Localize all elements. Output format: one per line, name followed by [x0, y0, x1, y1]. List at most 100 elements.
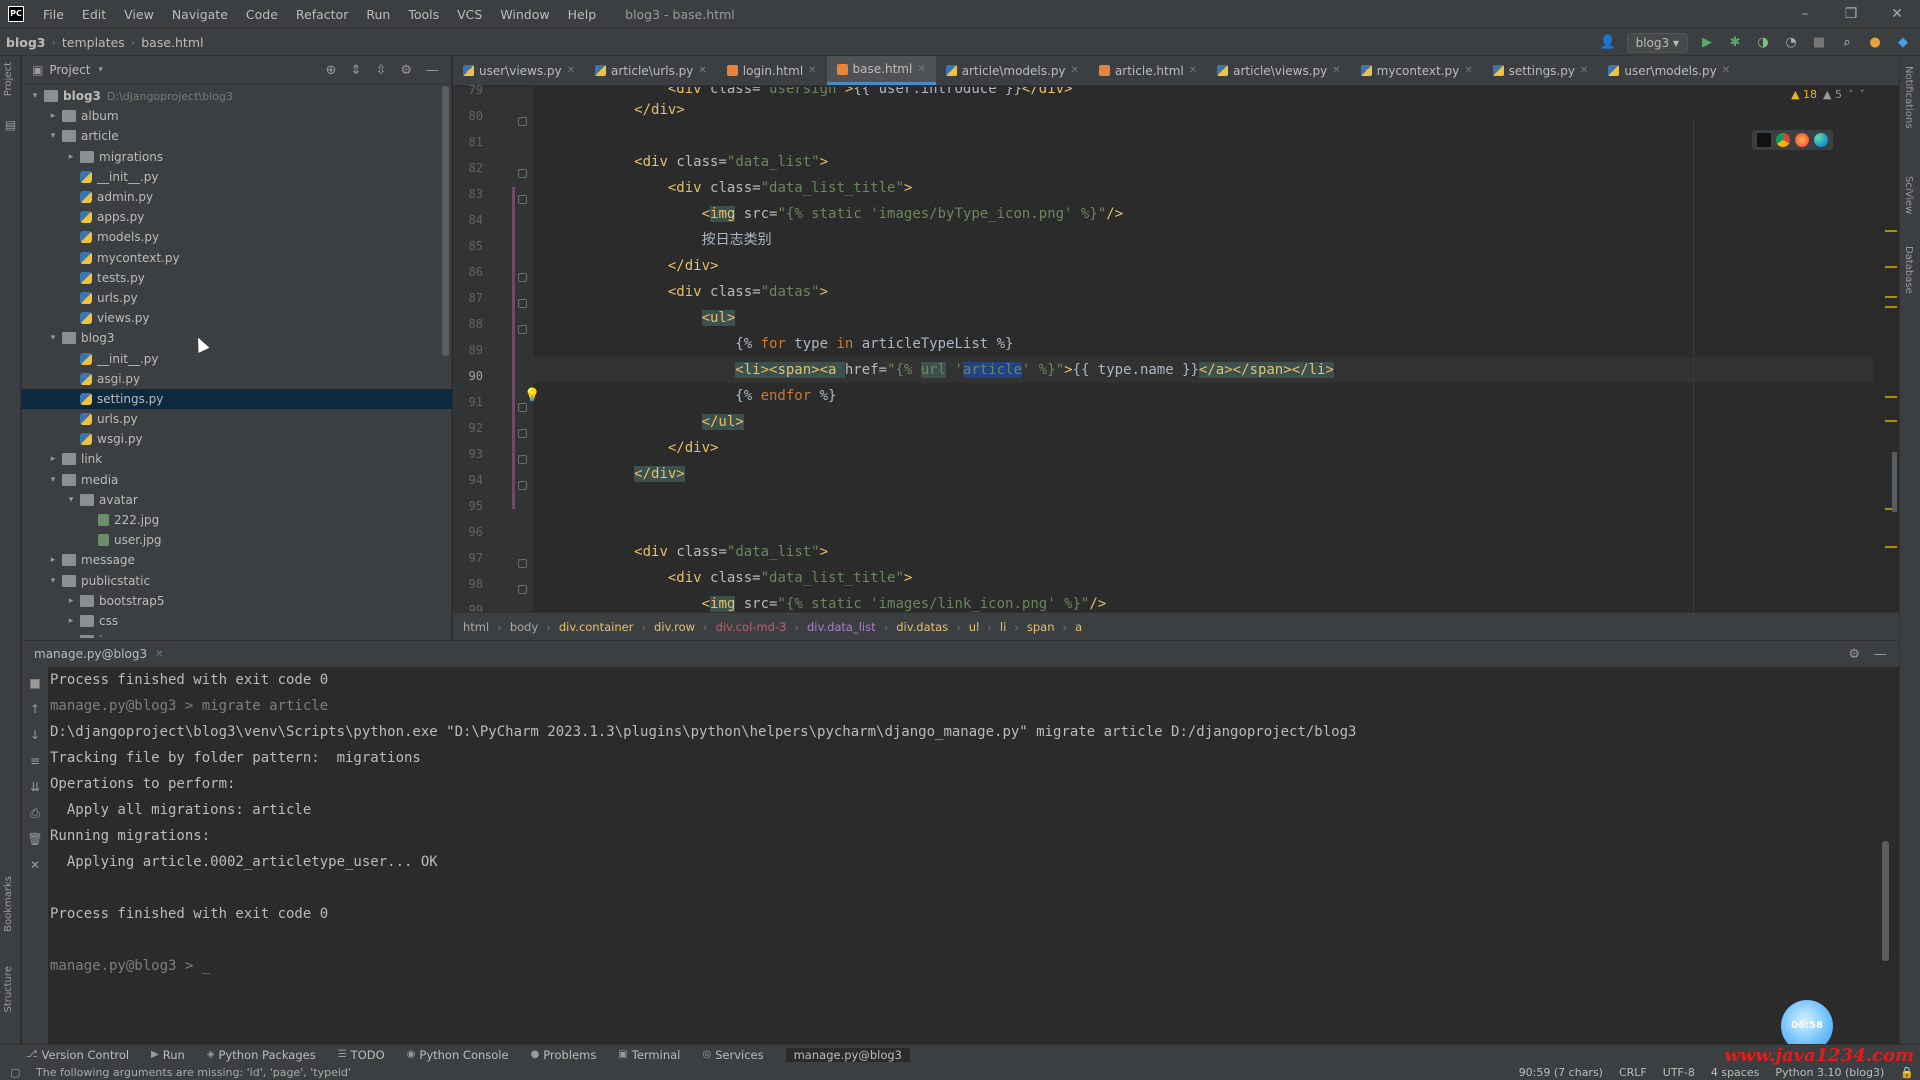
toolwindow-manage-py-blog3[interactable]: manage.py@blog3 [785, 1047, 910, 1062]
menu-window[interactable]: Window [491, 7, 558, 22]
tree-file[interactable]: urls.py [22, 288, 452, 308]
ide-logo-icon[interactable]: ◆ [1894, 34, 1912, 52]
close-tab-icon[interactable]: ✕ [698, 65, 706, 76]
menu-refactor[interactable]: Refactor [287, 7, 357, 22]
tree-file[interactable]: 222.jpg [22, 510, 452, 530]
caret-position[interactable]: 90:59 (7 chars) [1519, 1066, 1603, 1079]
tree-folder[interactable]: ▸ css [22, 611, 452, 631]
editor-tab[interactable]: user\models.py ✕ [1598, 56, 1740, 85]
tree-file[interactable]: views.py [22, 308, 452, 328]
settings-gear-icon[interactable]: ⚙ [400, 63, 412, 78]
error-stripe-mark[interactable] [1885, 546, 1897, 548]
notifications-tool-button[interactable]: Notifications [1903, 66, 1914, 129]
close-tab-icon[interactable]: ✕ [808, 65, 816, 76]
editor-breadcrumb-item[interactable]: html [463, 620, 489, 634]
fold-marker-icon[interactable] [518, 273, 527, 282]
file-encoding[interactable]: UTF-8 [1663, 1066, 1695, 1079]
indent-setting[interactable]: 4 spaces [1711, 1066, 1760, 1079]
toolwindow-version-control[interactable]: ⎇ Version Control [26, 1048, 129, 1062]
error-stripe-mark[interactable] [1885, 306, 1897, 308]
close-window-button[interactable]: ✕ [1874, 0, 1920, 28]
collapsed-arrow-icon[interactable]: ▸ [64, 636, 78, 638]
status-layout-icon[interactable]: ▢ [10, 1066, 20, 1079]
code-area[interactable]: <div class="usersign">{{ user.introduce … [533, 87, 1873, 612]
collapsed-arrow-icon[interactable]: ▸ [64, 596, 78, 606]
scroll-down-icon[interactable]: ↓ [27, 727, 43, 743]
error-stripe-mark[interactable] [1885, 420, 1897, 422]
minimize-button[interactable]: – [1782, 0, 1828, 28]
editor-breadcrumb-item[interactable]: div.data_list [807, 620, 876, 634]
toolwindow-terminal[interactable]: ▣ Terminal [618, 1048, 680, 1062]
tree-folder[interactable]: ▾ avatar [22, 490, 452, 510]
sciview-tool-button[interactable]: SciView [1903, 176, 1914, 214]
fold-marker-icon[interactable] [518, 117, 527, 126]
fold-marker-icon[interactable] [518, 403, 527, 412]
fold-marker-icon[interactable] [518, 195, 527, 204]
tree-folder[interactable]: ▾ publicstatic [22, 571, 452, 591]
tree-folder[interactable]: ▸ migrations [22, 147, 452, 167]
update-icon[interactable]: ● [1866, 34, 1884, 52]
error-stripe[interactable] [1885, 156, 1897, 576]
soft-wrap-icon[interactable]: ≡ [27, 753, 43, 769]
expanded-arrow-icon[interactable]: ▾ [28, 91, 42, 101]
fold-marker-icon[interactable] [518, 325, 527, 334]
tree-file[interactable]: admin.py [22, 187, 452, 207]
tree-folder[interactable]: ▸ album [22, 106, 452, 126]
editor-breadcrumb-item[interactable]: div.container [559, 620, 634, 634]
editor-tab[interactable]: user\views.py ✕ [453, 56, 585, 85]
hide-panel-icon[interactable]: — [426, 63, 439, 78]
chevron-down-icon[interactable]: ▾ [98, 65, 103, 75]
scroll-up-icon[interactable]: ↑ [27, 701, 43, 717]
error-stripe-mark[interactable] [1885, 266, 1897, 268]
toolwindow-services[interactable]: ◎ Services [702, 1048, 763, 1062]
tree-folder[interactable]: ▾ blog3 [22, 328, 452, 348]
error-stripe-mark[interactable] [1885, 396, 1897, 398]
tree-file[interactable]: settings.py [22, 388, 452, 409]
project-title[interactable]: Project [49, 63, 90, 77]
run-configuration-select[interactable]: blog3 ▾ [1626, 33, 1688, 53]
tree-file[interactable]: tests.py [22, 268, 452, 288]
pycharm-browser-icon[interactable] [1757, 133, 1771, 147]
collapsed-arrow-icon[interactable]: ▸ [46, 111, 60, 121]
close-tab-icon[interactable]: ✕ [1189, 65, 1197, 76]
structure-tool-button[interactable]: Structure [3, 966, 14, 1013]
expanded-arrow-icon[interactable]: ▾ [64, 495, 78, 505]
editor-scrollbar-thumb[interactable] [1892, 452, 1897, 512]
hide-panel-icon[interactable]: — [1874, 647, 1887, 662]
expanded-arrow-icon[interactable]: ▾ [46, 576, 60, 586]
toolwindow-python-packages[interactable]: ◈ Python Packages [207, 1048, 316, 1062]
menu-vcs[interactable]: VCS [448, 7, 491, 22]
editor-tab[interactable]: base.html ✕ [826, 56, 936, 85]
fold-marker-icon[interactable] [518, 169, 527, 178]
locate-file-icon[interactable]: ⊕ [326, 63, 337, 78]
editor-breadcrumb-item[interactable]: body [510, 620, 538, 634]
status-message[interactable]: The following arguments are missing: 'id… [36, 1066, 351, 1079]
nav-crumb-templates[interactable]: templates [56, 35, 131, 50]
editor-breadcrumb-item[interactable]: span [1027, 620, 1055, 634]
close-tab-icon[interactable]: ✕ [1580, 65, 1588, 76]
editor-breadcrumb-item[interactable]: a [1075, 620, 1082, 634]
console-tab[interactable]: manage.py@blog3 [26, 647, 155, 661]
fold-marker-icon[interactable] [518, 429, 527, 438]
tree-file[interactable]: urls.py [22, 409, 452, 429]
menu-file[interactable]: File [34, 7, 73, 22]
search-icon[interactable]: ⌕ [1838, 34, 1856, 52]
collapsed-arrow-icon[interactable]: ▸ [46, 555, 60, 565]
fold-marker-icon[interactable] [518, 559, 527, 568]
collapsed-arrow-icon[interactable]: ▸ [46, 454, 60, 464]
editor-breadcrumb-item[interactable]: div.col-md-3 [716, 620, 787, 634]
toolwindow-python-console[interactable]: ◉ Python Console [407, 1048, 509, 1062]
edge-icon[interactable] [1814, 133, 1828, 147]
tree-file[interactable]: apps.py [22, 207, 452, 227]
tree-folder[interactable]: ▸ bootstrap5 [22, 591, 452, 611]
collapsed-arrow-icon[interactable]: ▸ [64, 152, 78, 162]
tree-folder[interactable]: ▸ message [22, 550, 452, 570]
maximize-button[interactable]: ❐ [1828, 0, 1874, 28]
expand-all-icon[interactable]: ⇕ [351, 63, 362, 78]
close-tab-icon[interactable]: ✕ [1332, 65, 1340, 76]
settings-gear-icon[interactable]: ⚙ [1848, 647, 1860, 662]
expanded-arrow-icon[interactable]: ▾ [46, 475, 60, 485]
error-stripe-mark[interactable] [1885, 230, 1897, 232]
chevron-up-icon[interactable]: ˄ [1848, 88, 1854, 101]
collapse-all-icon[interactable]: ⇳ [375, 63, 386, 78]
